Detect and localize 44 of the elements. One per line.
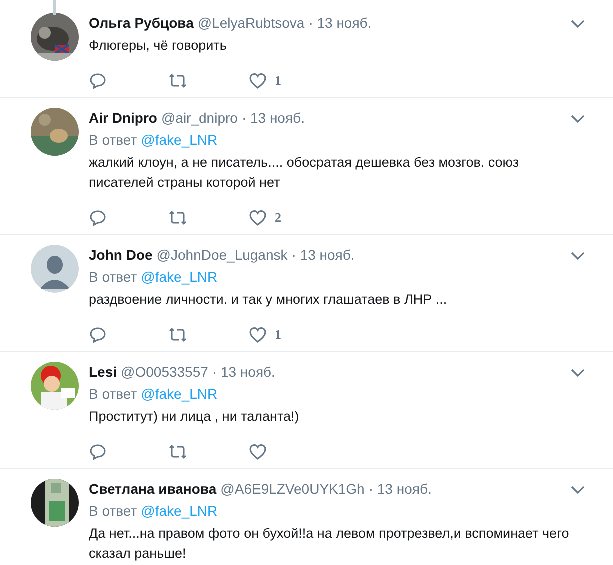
- author-handle: @air_dnipro: [161, 109, 238, 128]
- author-handle: @JohnDoe_Lugansk: [156, 246, 288, 265]
- mention-link[interactable]: @fake_LNR: [141, 267, 218, 287]
- author-handle: @LelyaRubtsova: [198, 14, 305, 33]
- heart-icon[interactable]: [249, 72, 267, 90]
- mention-link[interactable]: @fake_LNR: [141, 501, 218, 521]
- like-count: 2: [275, 210, 282, 226]
- author-handle: @O00533557: [121, 363, 208, 382]
- tweet-text: жалкий клоун, а не писатель.... обосратая дешевка без мозгов. союз писателей страны которой нет: [89, 154, 520, 192]
- author-name: Светлана иванова: [89, 480, 217, 499]
- retweet-icon[interactable]: [169, 443, 187, 461]
- reply-label: В ответ: [89, 385, 138, 404]
- author-name: Ольга Рубцова: [89, 14, 194, 33]
- mention-link[interactable]: @fake_LNR: [141, 384, 218, 404]
- tweet-text: Флюгеры, чё говорить: [89, 37, 228, 55]
- reply-label: В ответ: [89, 131, 138, 150]
- reply-label: В ответ: [89, 268, 138, 287]
- heart-icon[interactable]: [249, 209, 267, 227]
- mention-link[interactable]: @fake_LNR: [141, 130, 218, 150]
- tweet-text: Проститут) ни лица , ни таланта!): [89, 408, 300, 426]
- author-handle: @A6E9LZVe0UYK1Gh: [220, 480, 365, 499]
- author-name: John Doe: [89, 246, 153, 265]
- tweet-date: · 13 нояб.: [368, 480, 432, 499]
- retweet-icon[interactable]: [169, 72, 187, 90]
- author-name: Air Dnipro: [89, 109, 158, 128]
- tweet-date: · 13 нояб.: [308, 14, 372, 33]
- retweet-icon[interactable]: [169, 326, 187, 344]
- reply-icon[interactable]: [89, 443, 107, 461]
- reply-icon[interactable]: [89, 209, 107, 227]
- tweet-date: · 13 нояб.: [292, 246, 355, 265]
- author-name: Lesi: [89, 363, 118, 382]
- tweet-date: · 13 нояб.: [212, 363, 276, 382]
- reply-icon[interactable]: [89, 326, 107, 344]
- reply-label: В ответ: [89, 502, 138, 521]
- default-avatar-icon: [31, 245, 79, 293]
- like-count: 1: [275, 327, 282, 343]
- retweet-icon[interactable]: [169, 209, 187, 227]
- heart-icon[interactable]: [249, 443, 267, 461]
- reply-icon[interactable]: [89, 72, 107, 90]
- heart-icon[interactable]: [249, 326, 267, 344]
- tweet-text: Да нет...на правом фото он бухой!!а на левом протрезвел,и вспоминает чего сказал раньше!: [89, 525, 570, 563]
- tweet-text: раздвоение личности. и так у многих глашатаев в ЛНР ...: [89, 291, 448, 309]
- tweet-date: · 13 нояб.: [242, 109, 305, 128]
- like-count: 1: [275, 73, 282, 89]
